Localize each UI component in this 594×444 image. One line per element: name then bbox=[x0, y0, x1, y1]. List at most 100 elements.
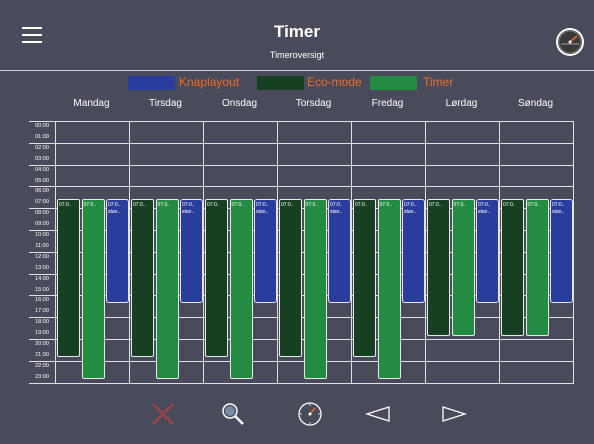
timer-entry-knaplayout[interactable]: 07:0.. stan.. bbox=[328, 199, 351, 303]
day-header-sondag: Søndag bbox=[517, 98, 554, 109]
legend-swatch-eco-mode bbox=[257, 76, 304, 90]
timer-entry-label: 07:0.. bbox=[503, 202, 516, 209]
legend-label-knaplayout: Knaplayout bbox=[179, 75, 240, 89]
timer-entry-eco-mode[interactable]: 07:0.. bbox=[279, 199, 302, 358]
grid-line bbox=[29, 382, 574, 384]
header: Timer Timeroversigt bbox=[0, 0, 594, 70]
timer-entry-label: 07:0.. bbox=[157, 202, 171, 209]
hour-label: 17:00 bbox=[35, 308, 49, 315]
timer-entry-label: 07:0.. bbox=[231, 202, 245, 209]
hour-label: 06:00 bbox=[35, 188, 49, 195]
timer-entry-eco-mode[interactable]: 07:0.. bbox=[427, 199, 450, 336]
day-header-mandag: Mandag bbox=[73, 98, 110, 109]
timer-entry-sublabel: stan.. bbox=[478, 209, 491, 216]
timer-entry-knaplayout[interactable]: 07:0.. stan.. bbox=[402, 199, 425, 303]
timer-entry-label: 07:0.. bbox=[330, 202, 343, 209]
timer-entry-timer[interactable]: 07:0.. bbox=[451, 199, 475, 336]
timer-entry-label: 07:0.. bbox=[59, 202, 72, 209]
timer-entry-label: 07:0.. bbox=[478, 202, 491, 209]
legend-label-eco-mode: Eco-mode bbox=[307, 75, 362, 89]
next-icon[interactable] bbox=[441, 401, 467, 427]
timer-entry-label: 07:0.. bbox=[133, 202, 146, 209]
hour-label: 13:00 bbox=[35, 264, 49, 271]
column-divider bbox=[203, 121, 204, 384]
hour-label: 00:00 bbox=[35, 123, 49, 129]
hour-label: 23:00 bbox=[35, 373, 49, 380]
timer-entry-timer[interactable]: 07:0.. bbox=[525, 199, 549, 336]
page-subtitle: Timeroversigt bbox=[269, 50, 325, 60]
timer-entry-knaplayout[interactable]: 07:0.. stan.. bbox=[476, 199, 499, 303]
legend-swatch-timer bbox=[370, 76, 417, 90]
timer-entry-sublabel: stan.. bbox=[108, 209, 121, 216]
timer-entry-label: 07:0.. bbox=[256, 202, 269, 209]
timer-entry-timer[interactable]: 07:0.. bbox=[81, 199, 105, 380]
hour-label: 11:00 bbox=[35, 242, 49, 249]
timer-entry-label: 07:0.. bbox=[281, 202, 294, 209]
hour-label: 10:00 bbox=[35, 232, 49, 238]
timer-entry-eco-mode[interactable]: 07:0.. bbox=[131, 199, 154, 358]
timer-entry-knaplayout[interactable]: 07:0.. stan.. bbox=[254, 199, 277, 303]
hour-label: 08:00 bbox=[35, 210, 49, 217]
grid-line bbox=[29, 164, 574, 166]
timer-entry-label: 07:0.. bbox=[108, 202, 121, 209]
timer-entry-label: 07:0.. bbox=[552, 202, 565, 209]
timer-entry-knaplayout[interactable]: 07:0.. stan.. bbox=[550, 199, 573, 303]
timer-entry-label: 07:0.. bbox=[355, 202, 368, 209]
timer-entry-label: 07:0.. bbox=[182, 202, 195, 209]
timer-entry-eco-mode[interactable]: 07:0.. bbox=[205, 199, 228, 358]
hour-label: 21:00 bbox=[35, 351, 49, 358]
day-header-fredag: Fredag bbox=[371, 98, 404, 109]
column-divider bbox=[351, 121, 352, 384]
timer-entry-timer[interactable]: 07:0.. bbox=[303, 199, 327, 380]
column-divider bbox=[277, 121, 278, 384]
legend-swatch-knaplayout bbox=[128, 76, 175, 90]
timer-entry-eco-mode[interactable]: 07:0.. bbox=[57, 199, 80, 358]
hour-label: 14:00 bbox=[35, 275, 49, 282]
previous-icon[interactable] bbox=[365, 401, 391, 427]
clock-icon[interactable] bbox=[297, 401, 323, 427]
timer-entry-label: 07:0.. bbox=[404, 202, 417, 209]
day-header-tirsdag: Tirsdag bbox=[149, 98, 182, 109]
timer-entry-timer[interactable]: 07:0.. bbox=[155, 199, 179, 380]
timer-entry-sublabel: stan.. bbox=[404, 209, 417, 216]
search-icon[interactable] bbox=[220, 401, 246, 427]
timer-entry-sublabel: stan.. bbox=[182, 209, 195, 216]
timer-entry-label: 07:0.. bbox=[527, 202, 541, 209]
timer-entry-sublabel: stan.. bbox=[330, 209, 343, 216]
timer-entry-sublabel: stan.. bbox=[256, 209, 269, 216]
day-header-torsdag: Torsdag bbox=[295, 98, 332, 109]
timer-entry-knaplayout[interactable]: 07:0.. stan.. bbox=[180, 199, 203, 303]
timer-entry-eco-mode[interactable]: 07:0.. bbox=[353, 199, 376, 358]
timer-entry-label: 07:0.. bbox=[429, 202, 442, 209]
grid-line bbox=[29, 142, 574, 144]
timer-entry-knaplayout[interactable]: 07:0.. stan.. bbox=[106, 199, 129, 303]
timer-entry-timer[interactable]: 07:0.. bbox=[377, 199, 401, 380]
timer-entry-sublabel: stan.. bbox=[552, 209, 565, 216]
hour-label: 07:00 bbox=[35, 199, 49, 206]
column-divider bbox=[573, 121, 574, 384]
timer-entry-label: 07:0.. bbox=[207, 202, 220, 209]
timer-entry-eco-mode[interactable]: 07:0.. bbox=[501, 199, 524, 336]
hour-label: 05:00 bbox=[35, 177, 49, 184]
hour-label: 18:00 bbox=[35, 319, 49, 326]
hour-label: 01:00 bbox=[35, 133, 49, 140]
gauge-icon[interactable] bbox=[555, 27, 585, 57]
hour-label: 12:00 bbox=[35, 253, 49, 260]
hour-label: 04:00 bbox=[35, 166, 49, 173]
delete-icon[interactable] bbox=[150, 401, 176, 427]
grid-line bbox=[29, 186, 574, 188]
hour-label: 16:00 bbox=[35, 297, 49, 304]
column-divider bbox=[129, 121, 130, 384]
column-divider bbox=[499, 121, 500, 384]
timer-entry-label: 07:0.. bbox=[83, 202, 97, 209]
timer-entry-timer[interactable]: 07:0.. bbox=[229, 199, 253, 380]
grid-line bbox=[29, 360, 574, 362]
hour-label: 03:00 bbox=[35, 155, 49, 162]
grid-line bbox=[29, 121, 574, 122]
timer-entry-label: 07:0.. bbox=[379, 202, 393, 209]
timer-entry-label: 07:0.. bbox=[453, 202, 467, 209]
hour-label: 22:00 bbox=[35, 362, 49, 369]
page-title: Timer bbox=[274, 22, 320, 41]
day-header-onsdag: Onsdag bbox=[221, 98, 258, 109]
legend-label-timer: Timer bbox=[423, 75, 454, 89]
